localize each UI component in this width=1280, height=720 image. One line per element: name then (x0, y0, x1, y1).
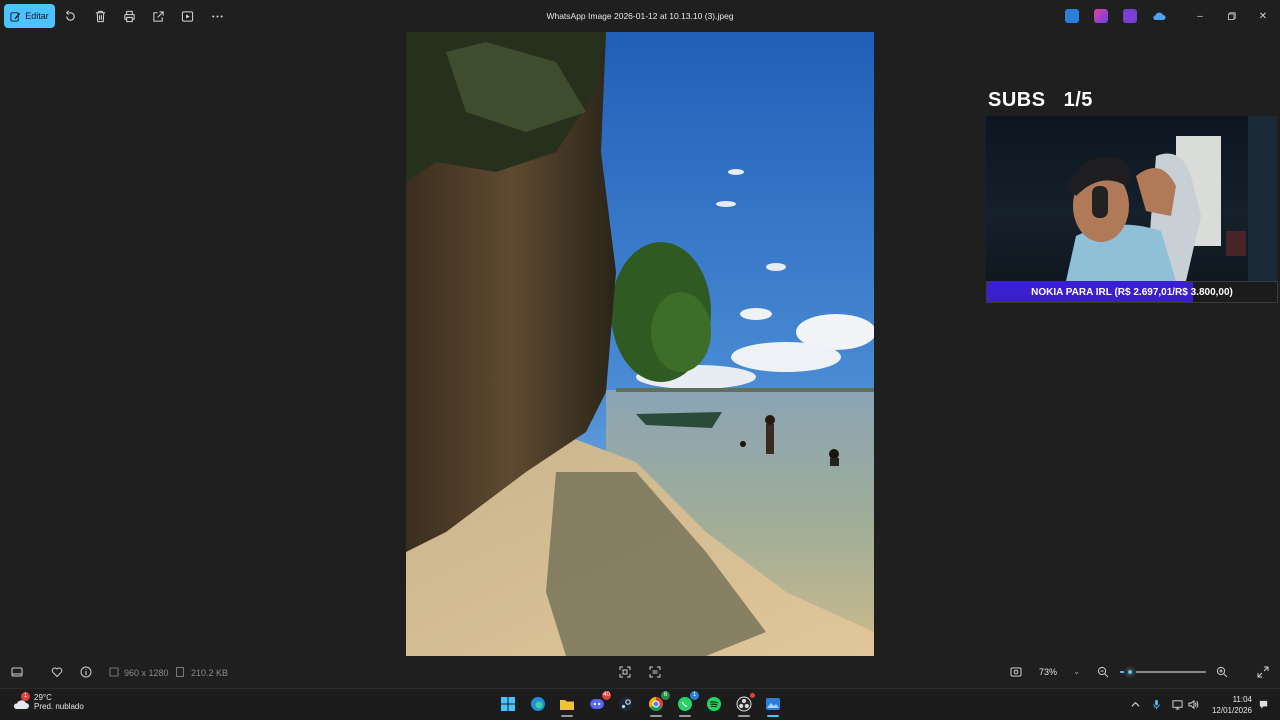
start-button[interactable] (498, 694, 518, 714)
image-dimensions: 960 x 1280 (124, 668, 169, 678)
weather-badge: 1 (21, 692, 30, 701)
subs-count: 1/5 (1063, 89, 1093, 111)
maximize-button[interactable] (1224, 8, 1240, 24)
photos-app-icon[interactable] (763, 694, 783, 714)
edit-icon (10, 11, 21, 22)
delete-icon[interactable] (92, 8, 108, 24)
clock[interactable]: 11:04 12/01/2026 (1200, 694, 1252, 716)
temperature: 29°C (34, 693, 52, 702)
video-editor-icon[interactable] (1123, 9, 1137, 23)
active-indicator (767, 715, 779, 717)
discord-badge: 40 (602, 691, 611, 700)
active-indicator (679, 715, 691, 717)
fit-screen-icon[interactable] (618, 665, 632, 679)
steam-icon[interactable] (616, 694, 636, 714)
volume-icon[interactable] (1187, 698, 1199, 710)
subs-counter: SUBS 1/5 (988, 89, 1093, 112)
obs-recording-dot (750, 693, 755, 698)
minimize-button[interactable]: – (1192, 8, 1208, 24)
toolbar: Editar WhatsApp Image 2026-01-12 at 10.1… (0, 0, 1280, 32)
active-indicator (738, 715, 750, 717)
webcam-feed (986, 116, 1277, 281)
edge-icon[interactable] (528, 694, 548, 714)
chevron-down-icon: ⌄ (1073, 667, 1080, 676)
goal-text: NOKIA PARA IRL (R$ 2.697,01/R$ 3.800,00) (1031, 287, 1233, 298)
discord-icon[interactable]: 40 (587, 691, 611, 714)
visual-search-icon[interactable] (648, 665, 662, 679)
windows-icon (501, 697, 515, 711)
chrome-badge: 6 (661, 691, 670, 700)
edit-label: Editar (25, 11, 49, 21)
paint-app-icon[interactable] (1065, 9, 1079, 23)
share-icon[interactable] (150, 8, 166, 24)
print-icon[interactable] (121, 8, 137, 24)
full-screen-icon[interactable] (1256, 665, 1270, 679)
notification-icon[interactable] (1257, 698, 1269, 710)
whatsapp-badge: 1 (690, 691, 699, 700)
photos-app: Editar WhatsApp Image 2026-01-12 at 10.1… (0, 0, 1280, 720)
taskbar (0, 688, 1280, 720)
zoom-out-icon[interactable] (1096, 665, 1110, 679)
date: 12/01/2026 (1211, 706, 1252, 715)
photo-viewer[interactable] (406, 32, 874, 656)
file-explorer-icon[interactable] (557, 694, 577, 714)
active-indicator (650, 715, 662, 717)
slideshow-icon[interactable] (179, 8, 195, 24)
spotify-icon[interactable] (704, 694, 724, 714)
close-button[interactable]: ✕ (1255, 8, 1271, 24)
chrome-icon[interactable]: 6 (646, 691, 670, 714)
subs-label: SUBS (988, 89, 1046, 111)
streamer-image (1066, 116, 1277, 281)
file-size-icon (173, 665, 187, 679)
whatsapp-icon[interactable]: 1 (675, 691, 699, 714)
goal-progress-bar: NOKIA PARA IRL (R$ 2.697,01/R$ 3.800,00) (986, 281, 1278, 303)
onedrive-icon[interactable] (1152, 9, 1166, 23)
zoom-slider[interactable] (1120, 666, 1206, 678)
more-icon[interactable] (209, 8, 225, 24)
obs-icon[interactable] (734, 693, 755, 714)
time: 11:04 (1232, 695, 1252, 704)
file-size: 210.2 KB (191, 668, 229, 678)
info-icon[interactable] (79, 665, 93, 679)
weather-condition: Pred. nublado (34, 702, 84, 711)
zoom-value: 73% (1039, 667, 1058, 677)
chevron-up-icon[interactable] (1129, 698, 1141, 710)
active-indicator (561, 715, 573, 717)
clipchamp-icon[interactable] (1094, 9, 1108, 23)
favorite-icon[interactable] (50, 665, 64, 679)
rotate-icon[interactable] (62, 8, 78, 24)
network-icon[interactable] (1171, 698, 1183, 710)
dimensions-icon (107, 665, 121, 679)
beach-photo (406, 32, 874, 656)
filmstrip-icon[interactable] (10, 665, 24, 679)
microphone-icon[interactable] (1150, 698, 1162, 710)
edit-button[interactable]: Editar (4, 4, 55, 28)
zoom-dropdown[interactable]: 73% ⌄ (1032, 662, 1088, 682)
actual-size-icon[interactable] (1009, 665, 1023, 679)
zoom-in-icon[interactable] (1215, 665, 1229, 679)
